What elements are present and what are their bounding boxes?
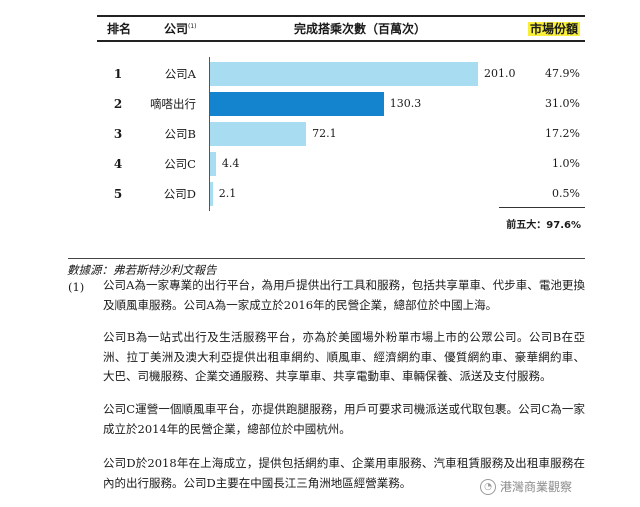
chart-axis-line [209,57,210,211]
header-bottom-rule [97,40,585,42]
note-company-a: 公司A為一家專業的出行平台，為用戶提供出行工具和服務，包括共享單車、代步車、電池… [103,278,585,312]
company-label: 嘀嗒出行 [150,97,196,111]
chart-row: 1 公司A 201.0 47.9% [0,62,640,86]
top-five-total: 前五大：97.6% [506,220,581,231]
bar [210,62,478,86]
bar [210,122,307,146]
bar-value-label: 130.3 [389,97,422,110]
chart-row: 2 嘀嗒出行 130.3 31.0% [0,92,640,116]
header-rides: 完成搭乘次數（百萬次） [294,22,427,36]
chart-row: 4 公司C 4.4 1.0% [0,152,640,176]
note-number: (1) [68,280,85,294]
chart-row: 3 公司B 72.1 17.2% [0,122,640,146]
watermark-text: 港灣商業觀察 [500,480,573,494]
watermark: ◔ 港灣商業觀察 [480,478,572,495]
header-company: 公司(1) [164,20,197,37]
rank-label: 5 [113,187,123,201]
watermark-logo-icon: ◔ [480,478,496,495]
rank-label: 2 [113,97,123,111]
total-rule [499,207,585,208]
rank-label: 3 [113,127,123,141]
rank-label: 1 [113,67,123,81]
bar [210,152,216,176]
bar-value-label: 72.1 [312,127,337,140]
company-label: 公司C [164,157,196,171]
market-share-label: 31.0% [545,97,580,110]
header-company-footnote: (1) [188,23,197,30]
market-share-label: 47.9% [545,67,580,80]
market-share-label: 17.2% [545,127,580,140]
market-share-label: 1.0% [552,157,580,170]
market-share-label: 0.5% [552,187,580,200]
header-share: 市場份額 [528,20,581,37]
header-top-rule [97,15,585,17]
chart-row: 5 公司D 2.1 0.5% [0,182,640,206]
header-company-label: 公司 [164,22,189,36]
header-rank: 排名 [107,22,132,36]
note-company-b: 公司B為一站式出行及生活服務平台，亦為於美國場外粉單市場上市的公眾公司。公司B在… [103,330,585,383]
rank-label: 4 [113,157,123,171]
header-share-label: 市場份額 [528,22,581,36]
bar-value-label: 4.4 [221,157,240,170]
company-label: 公司B [164,127,196,141]
company-label: 公司A [164,67,196,81]
note-company-c: 公司C運營一個順風車平台，亦提供跑腿服務，用戶可要求司機派送或代取包裹。公司C為… [103,402,585,436]
bar [210,182,213,206]
company-label: 公司D [163,187,196,201]
bar [210,92,384,116]
bar-value-label: 201.0 [484,67,516,80]
bar-value-label: 2.1 [218,187,237,200]
source-rule [68,258,585,259]
